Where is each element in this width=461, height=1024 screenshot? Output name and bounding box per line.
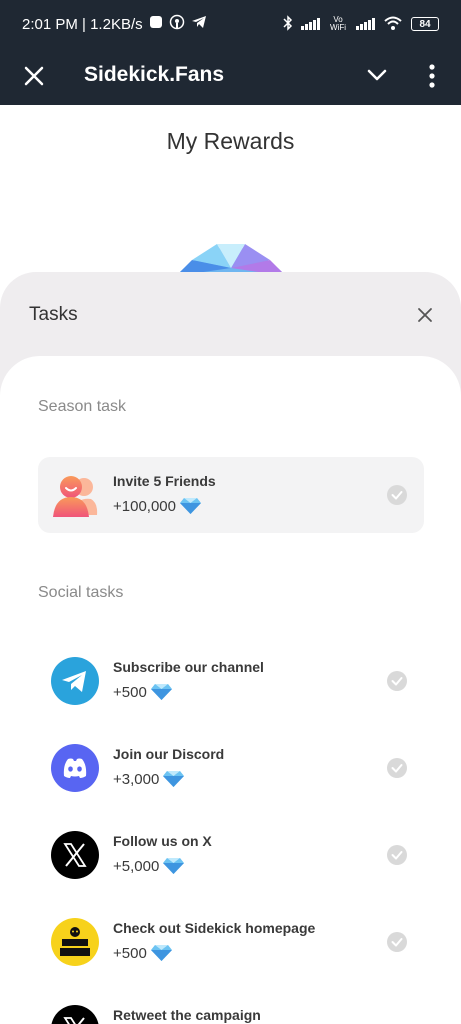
notification-icon <box>149 15 163 33</box>
app-bar: Sidekick.Fans <box>0 48 461 105</box>
task-title: Follow us on X <box>113 833 212 849</box>
task-title: Retweet the campaign <box>113 1007 261 1023</box>
app-title: Sidekick.Fans <box>84 63 225 86</box>
task-reward: +3,000 <box>113 770 185 788</box>
task-title: Join our Discord <box>113 746 225 762</box>
reward-amount: +100,000 <box>113 497 176 515</box>
reward-amount: +500 <box>113 944 147 962</box>
task-retweet-campaign[interactable]: Retweet the campaign <box>38 991 424 1024</box>
check-icon <box>387 671 407 691</box>
discord-icon <box>51 744 99 792</box>
diamond-icon <box>163 858 185 874</box>
sidekick-logo-icon <box>51 918 99 966</box>
task-sidekick-homepage[interactable]: Check out Sidekick homepage +500 <box>38 904 424 980</box>
task-follow-x[interactable]: Follow us on X +5,000 <box>38 817 424 893</box>
telegram-status-icon <box>191 15 207 33</box>
check-icon <box>387 485 407 505</box>
x-logo-icon <box>51 831 99 879</box>
close-icon[interactable] <box>20 62 48 90</box>
more-vertical-icon[interactable] <box>422 62 442 90</box>
task-join-discord[interactable]: Join our Discord +3,000 <box>38 730 424 806</box>
podcast-icon <box>169 14 185 34</box>
task-reward: +100,000 <box>113 497 202 515</box>
task-invite-friends[interactable]: Invite 5 Friends +100,000 <box>38 457 424 533</box>
diamond-icon <box>163 771 185 787</box>
close-icon[interactable] <box>414 304 436 326</box>
diamond-icon <box>150 945 172 961</box>
x-logo-icon <box>51 1005 99 1024</box>
friends-icon <box>51 471 99 519</box>
status-bar: 2:01 PM | 1.2KB/s Vo WiFi 84 <box>0 0 461 48</box>
battery-indicator: 84 <box>411 17 439 31</box>
bluetooth-icon <box>283 14 293 34</box>
diamond-icon <box>179 498 201 514</box>
chevron-down-icon[interactable] <box>364 62 390 88</box>
task-reward: +500 <box>113 683 173 701</box>
page-title: My Rewards <box>166 128 295 154</box>
reward-amount: +5,000 <box>113 857 160 875</box>
diamond-icon <box>150 684 172 700</box>
task-reward: +500 <box>113 944 173 962</box>
section-label-season: Season task <box>38 398 127 415</box>
sheet-title: Tasks <box>29 304 78 325</box>
telegram-icon <box>51 657 99 705</box>
tasks-sheet: Tasks Season task Invite 5 Friends +100,… <box>0 272 461 1024</box>
task-reward: +5,000 <box>113 857 185 875</box>
vowifi-label: Vo WiFi <box>330 15 346 32</box>
signal-icon <box>301 18 320 30</box>
tasks-list: Season task Invite 5 Friends +100,000 So… <box>0 356 461 1024</box>
signal-icon-2 <box>356 18 375 30</box>
task-subscribe-channel[interactable]: Subscribe our channel +500 <box>38 643 424 719</box>
section-label-social: Social tasks <box>38 584 124 601</box>
check-icon <box>387 845 407 865</box>
wifi-icon <box>383 15 403 34</box>
check-icon <box>387 932 407 952</box>
status-time: 2:01 PM | 1.2KB/s <box>22 15 143 33</box>
task-title: Check out Sidekick homepage <box>113 920 316 936</box>
task-title: Subscribe our channel <box>113 659 264 675</box>
task-title: Invite 5 Friends <box>113 473 216 489</box>
reward-amount: +500 <box>113 683 147 701</box>
check-icon <box>387 758 407 778</box>
reward-amount: +3,000 <box>113 770 160 788</box>
